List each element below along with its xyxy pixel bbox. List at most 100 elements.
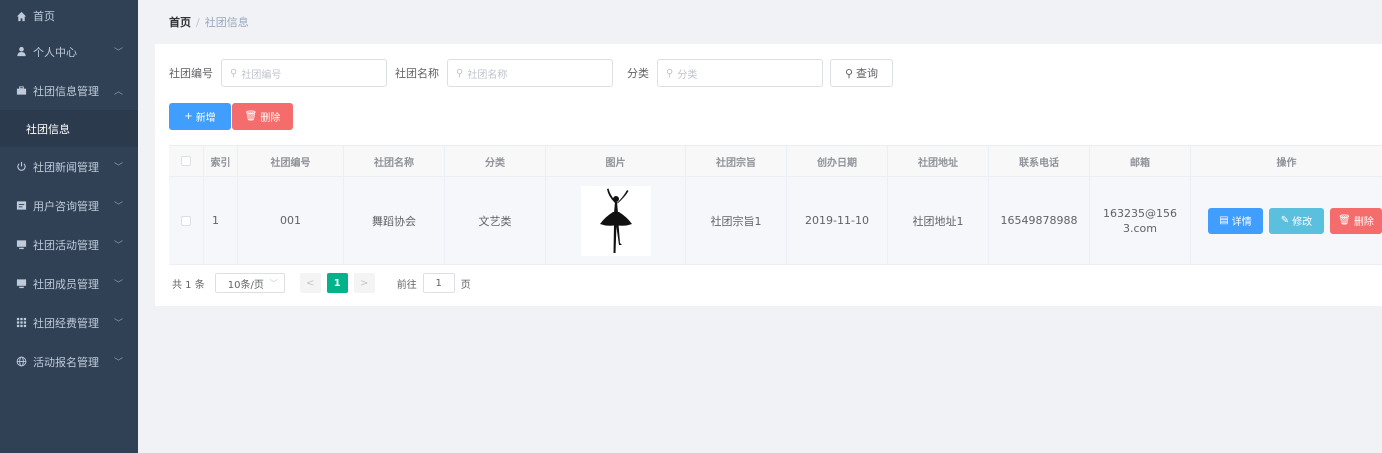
sidebar-item-club-funds-management[interactable]: 社团经费管理 ﹀ (0, 303, 138, 342)
cell-email: 163235@1563.com (1090, 177, 1191, 264)
cell-index: 1 (204, 177, 238, 264)
sidebar-item-personal-center[interactable]: 个人中心 ﹀ (0, 32, 138, 71)
monitor-icon (15, 239, 27, 251)
edit-button[interactable]: ✎ 修改 (1269, 207, 1324, 234)
pagination-total: 共 1 条 (172, 279, 205, 291)
search-input-category[interactable]: ⚲ 分类 (657, 59, 823, 87)
chevron-down-icon: ﹀ (113, 241, 123, 251)
header-cell: 分类 (445, 146, 546, 176)
goto-page-input[interactable]: 1 (422, 273, 455, 293)
search-placeholder: 分类 (677, 69, 698, 81)
document-icon: ▤ (1219, 215, 1229, 226)
sidebar-item-home[interactable]: 首页 (0, 0, 138, 32)
search-label-code: 社团编号 (169, 67, 213, 80)
chevron-down-icon: ﹀ (113, 280, 123, 290)
header-cell: 联系电话 (989, 146, 1090, 176)
search-form: 社团编号 ⚲ 社团编号 社团名称 ⚲ 社团名称 分类 ⚲ 分类 ⚲ 查询 (169, 59, 893, 87)
dancer-image[interactable] (580, 185, 651, 256)
grid-icon (15, 317, 27, 329)
cell-code: 001 (238, 177, 344, 264)
next-page-button[interactable]: > (353, 273, 375, 293)
add-button[interactable]: + 新增 (169, 103, 231, 130)
page-size-value: 10条/页 (227, 279, 264, 291)
select-all-checkbox[interactable] (181, 156, 191, 166)
sidebar-item-activity-signup-management[interactable]: 活动报名管理 ﹀ (0, 342, 138, 381)
pagination: 共 1 条 10条/页 ﹀ < 1 > 前往 1 页 (172, 273, 471, 293)
sidebar-item-label: 个人中心 (33, 45, 77, 59)
sidebar-subitem-label: 社团信息 (26, 122, 70, 136)
cell-category: 文艺类 (445, 177, 546, 264)
search-label-name: 社团名称 (395, 67, 439, 80)
search-input-code[interactable]: ⚲ 社团编号 (221, 59, 387, 87)
chevron-down-icon: ﹀ (113, 319, 123, 329)
pencil-icon: ✎ (1280, 215, 1290, 226)
search-icon: ⚲ (666, 67, 674, 79)
cell-address: 社团地址1 (888, 177, 989, 264)
breadcrumb: 首页 / 社团信息 (169, 14, 249, 30)
briefcase-icon (15, 85, 27, 97)
breadcrumb-separator: / (196, 16, 200, 29)
breadcrumb-current: 社团信息 (204, 16, 249, 29)
goto-suffix: 页 (460, 279, 471, 291)
detail-button-label: 详情 (1231, 217, 1252, 228)
detail-button[interactable]: ▤ 详情 (1208, 207, 1263, 234)
search-input-name[interactable]: ⚲ 社团名称 (447, 59, 613, 87)
sidebar-item-club-info-management[interactable]: 社团信息管理 ︿ (0, 71, 138, 110)
search-icon: ⚲ (844, 66, 854, 80)
sidebar-item-label: 社团经费管理 (33, 316, 99, 330)
query-button[interactable]: ⚲ 查询 (830, 59, 893, 87)
power-icon (15, 161, 27, 173)
main-content: 首页 / 社团信息 社团编号 ⚲ 社团编号 社团名称 ⚲ 社团名称 分类 ⚲ 分类 … (138, 0, 1382, 453)
query-button-label: 查询 (856, 67, 879, 80)
user-icon (15, 46, 27, 58)
plus-icon: + (184, 111, 193, 122)
header-select-all[interactable] (169, 146, 204, 176)
sidebar-item-label: 活动报名管理 (33, 355, 99, 369)
row-select-cell[interactable] (169, 177, 204, 264)
edit-button-label: 修改 (1292, 217, 1313, 228)
sidebar-subitem-club-info[interactable]: 社团信息 (0, 110, 138, 147)
search-icon: ⚲ (456, 67, 464, 79)
sidebar-item-label: 用户咨询管理 (33, 199, 99, 213)
header-cell: 操作 (1276, 157, 1297, 169)
row-delete-button[interactable]: 🗑 删除 (1330, 207, 1382, 234)
page-size-select[interactable]: 10条/页 ﹀ (214, 273, 285, 293)
header-cell: 社团地址 (888, 146, 989, 176)
breadcrumb-home[interactable]: 首页 (169, 16, 191, 29)
batch-delete-button[interactable]: 🗑 删除 (232, 103, 293, 130)
search-label-category: 分类 (627, 67, 649, 80)
sidebar-item-label: 社团信息管理 (33, 84, 99, 98)
cell-founded: 2019-11-10 (787, 177, 888, 264)
row-delete-button-label: 删除 (1353, 217, 1374, 228)
chevron-down-icon: ﹀ (113, 202, 123, 212)
data-table: 索引 社团编号 社团名称 分类 图片 社团宗旨 创办日期 社团地址 联系电话 邮… (169, 145, 1382, 265)
page-number-button[interactable]: 1 (326, 273, 348, 293)
cell-phone: 16549878988 (989, 177, 1090, 264)
search-placeholder: 社团编号 (241, 69, 282, 81)
sidebar-item-club-member-management[interactable]: 社团成员管理 ﹀ (0, 264, 138, 303)
trash-icon: 🗑 (1338, 215, 1351, 226)
sidebar-item-user-consult-management[interactable]: 用户咨询管理 ﹀ (0, 186, 138, 225)
chevron-down-icon: ﹀ (113, 358, 123, 368)
globe-icon (15, 356, 27, 368)
delete-button-label: 删除 (260, 113, 281, 124)
chevron-down-icon: ﹀ (269, 278, 278, 288)
goto-prefix: 前往 (396, 279, 417, 291)
header-cell: 社团宗旨 (686, 146, 787, 176)
search-icon: ⚲ (230, 67, 238, 79)
chevron-right-icon: > (360, 277, 369, 289)
add-button-label: 新增 (195, 113, 216, 124)
cell-name: 舞蹈协会 (344, 177, 445, 264)
row-checkbox[interactable] (181, 215, 191, 226)
cell-actions: ▤ 详情 ✎ 修改 🗑 删除 (1191, 177, 1382, 264)
sidebar-item-club-activity-management[interactable]: 社团活动管理 ﹀ (0, 225, 138, 264)
sidebar-item-label: 社团活动管理 (33, 238, 99, 252)
chevron-down-icon: ﹀ (113, 48, 123, 58)
sidebar-item-label: 首页 (33, 10, 55, 23)
search-placeholder: 社团名称 (467, 69, 508, 81)
sidebar-item-club-news-management[interactable]: 社团新闻管理 ﹀ (0, 147, 138, 186)
prev-page-button[interactable]: < (299, 273, 321, 293)
header-cell: 创办日期 (787, 146, 888, 176)
table-header: 索引 社团编号 社团名称 分类 图片 社团宗旨 创办日期 社团地址 联系电话 邮… (169, 145, 1382, 177)
header-cell: 社团名称 (344, 146, 445, 176)
